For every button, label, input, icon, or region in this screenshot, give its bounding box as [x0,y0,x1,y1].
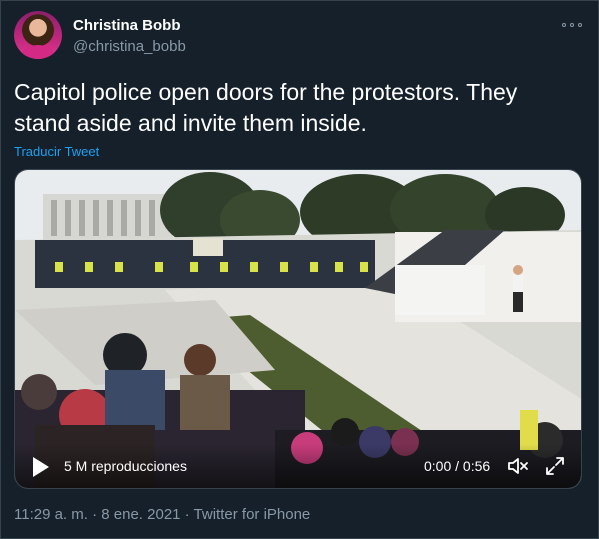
video-controls: 5 M reproducciones 0:00 / 0:56 [15,444,581,488]
volume-icon[interactable] [506,454,530,478]
dot [578,23,582,27]
tweet-card: Christina Bobb @christina_bobb Capitol p… [0,0,599,539]
video-frame [15,170,581,488]
video-time: 0:00 / 0:56 [424,458,491,474]
avatar-shoulders [22,45,54,59]
author-name[interactable]: Christina Bobb [73,17,181,34]
dot [562,23,566,27]
video-player[interactable]: 5 M reproducciones 0:00 / 0:56 [14,169,582,489]
more-options-icon[interactable] [562,17,582,33]
translate-tweet-link[interactable]: Traducir Tweet [14,144,99,159]
play-icon[interactable] [31,456,51,478]
dot [570,23,574,27]
view-count: 5 M reproducciones [64,458,187,474]
tweet-text: Capitol police open doors for the protes… [14,79,518,136]
author-handle[interactable]: @christina_bobb [73,38,186,55]
avatar[interactable] [14,11,62,59]
tweet-meta: 11:29 a. m. · 8 ene. 2021 · Twitter for … [14,506,311,523]
fullscreen-icon[interactable] [543,454,567,478]
